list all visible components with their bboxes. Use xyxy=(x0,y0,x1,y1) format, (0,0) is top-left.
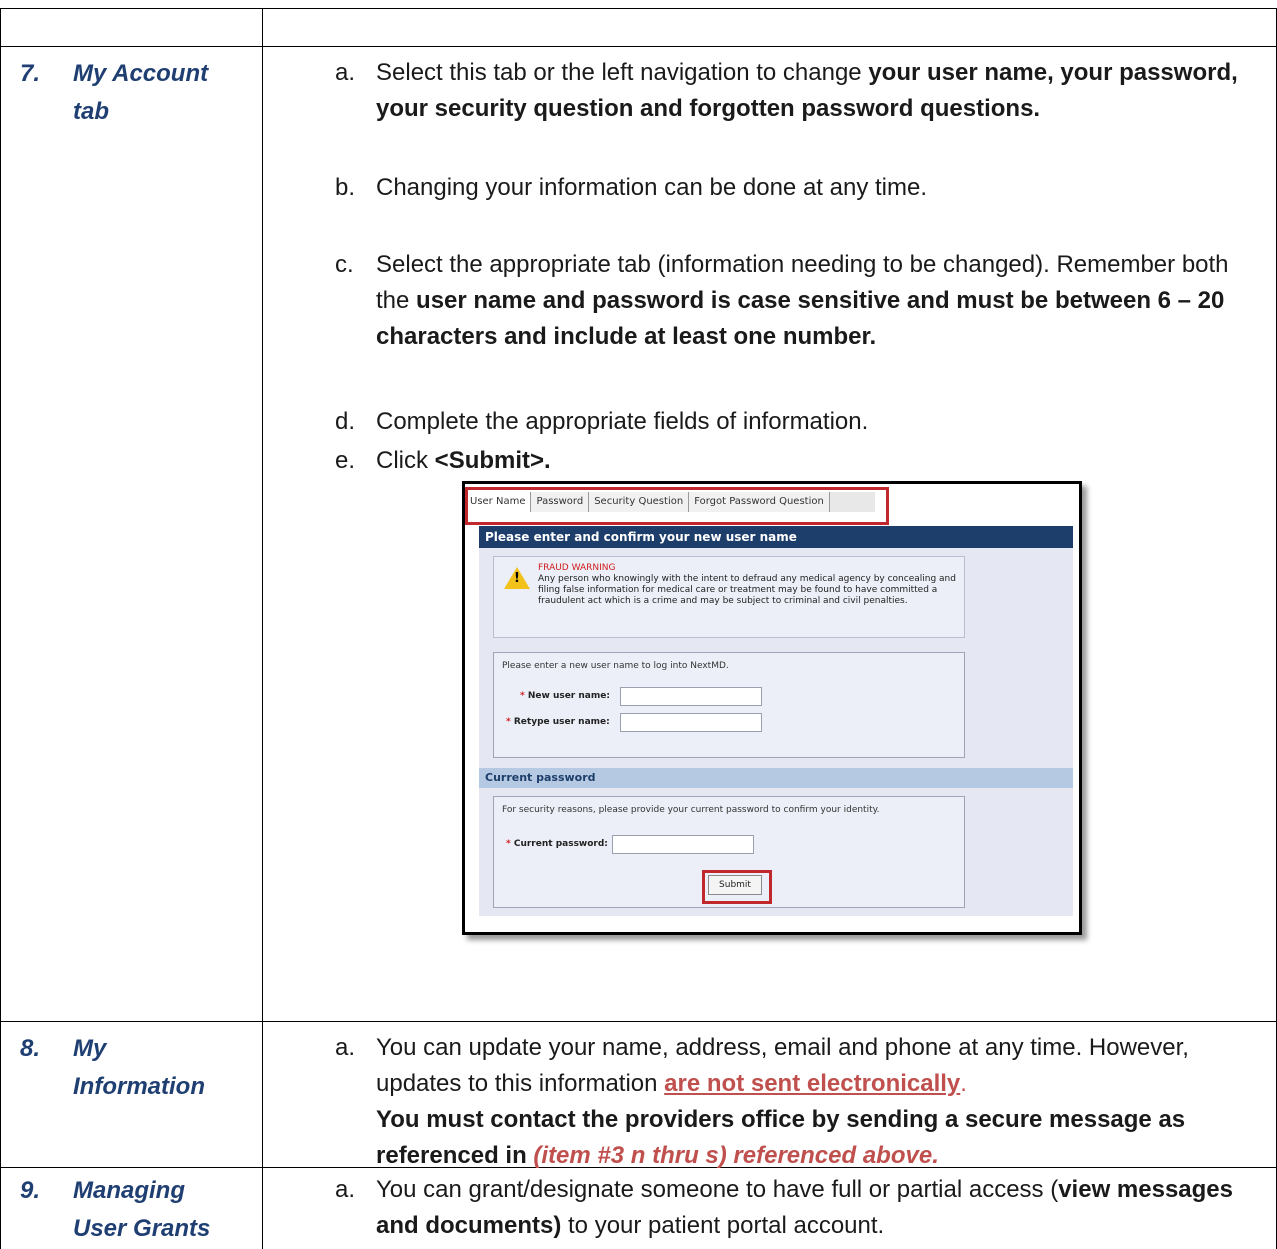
submit-highlight-box xyxy=(702,870,772,904)
required-mark: * xyxy=(520,691,525,701)
current-password-input[interactable] xyxy=(612,835,754,854)
list-item: a. You can update your name, address, em… xyxy=(335,1030,1265,1174)
item-text: You can grant/designate someone to have … xyxy=(376,1176,1059,1203)
item-letter: a. xyxy=(335,1176,356,1203)
item-text: to your patient portal account. xyxy=(561,1212,885,1239)
password-note: For security reasons, please provide you… xyxy=(502,805,880,815)
step-9-title: 9. Managing User Grants xyxy=(20,1172,210,1248)
list-item: d. Complete the appropriate fields of in… xyxy=(335,404,1265,440)
new-user-name-input[interactable] xyxy=(620,687,762,706)
tab-highlight-box xyxy=(465,487,889,525)
new-user-label: * New user name: xyxy=(520,691,610,701)
step-title-line: tab xyxy=(73,98,109,125)
step-title-line: My xyxy=(73,1035,107,1062)
table-border-top xyxy=(0,8,1277,9)
row-divider xyxy=(0,1021,1277,1022)
table-border-left xyxy=(0,8,1,1249)
item-letter: a. xyxy=(335,59,356,86)
list-item: c. Select the appropriate tab (informati… xyxy=(335,247,1265,355)
account-settings-screenshot: User Name Password Security Question For… xyxy=(462,481,1082,935)
item-text: Complete the appropriate fields of infor… xyxy=(376,408,869,435)
settings-panel: Please enter and confirm your new user n… xyxy=(479,526,1073,916)
retype-user-name-input[interactable] xyxy=(620,713,762,732)
item-bold-text: user name and password is case sensitive… xyxy=(376,287,1225,350)
item-text: Select this tab or the left navigation t… xyxy=(376,59,869,86)
instruction-table: 7. My Account tab a. Select this tab or t… xyxy=(0,0,1277,1249)
retype-user-label: * Retype user name: xyxy=(506,717,610,727)
warning-title: FRAUD WARNING xyxy=(538,563,616,573)
list-item: b. Changing your information can be done… xyxy=(335,170,1265,206)
step-number: 8. xyxy=(20,1035,41,1062)
step-7-title: 7. My Account tab xyxy=(20,55,208,131)
column-divider xyxy=(262,8,263,1249)
required-mark: * xyxy=(506,839,511,849)
warning-text: Any person who knowingly with the intent… xyxy=(538,574,956,606)
step-number: 9. xyxy=(20,1177,41,1204)
item-letter: a. xyxy=(335,1034,356,1061)
current-password-header: Current password xyxy=(479,768,1073,788)
password-form: For security reasons, please provide you… xyxy=(493,796,965,908)
emphasis-text: are not sent electronically xyxy=(664,1070,961,1097)
item-text: Changing your information can be done at… xyxy=(376,174,928,201)
step-8-title: 8. My Information xyxy=(20,1030,205,1106)
username-note: Please enter a new user name to log into… xyxy=(502,661,729,671)
row-divider xyxy=(0,46,1277,47)
step-number: 7. xyxy=(20,60,41,87)
item-bold-text: <Submit>. xyxy=(434,447,551,474)
item-letter: b. xyxy=(335,174,356,201)
current-password-label: * Current password: xyxy=(506,839,608,849)
reference-text: (item #3 n thru s) referenced above. xyxy=(533,1142,939,1169)
item-letter: d. xyxy=(335,408,356,435)
item-text: Click xyxy=(376,447,435,474)
item-letter: c. xyxy=(335,251,354,278)
step-title-line: Information xyxy=(73,1073,205,1100)
fraud-warning-box: ! FRAUD WARNING Any person who knowingly… xyxy=(493,556,965,638)
list-item: a. You can grant/designate someone to ha… xyxy=(335,1172,1265,1244)
step-title-line: Managing xyxy=(73,1177,185,1204)
required-mark: * xyxy=(506,717,511,727)
list-item: a. Select this tab or the left navigatio… xyxy=(335,55,1265,127)
list-item: e. Click <Submit>. xyxy=(335,443,1265,479)
item-letter: e. xyxy=(335,447,356,474)
panel-header: Please enter and confirm your new user n… xyxy=(479,526,1073,548)
step-title-line: User Grants xyxy=(73,1215,211,1242)
username-form: Please enter a new user name to log into… xyxy=(493,652,965,758)
warning-icon: ! xyxy=(504,567,530,589)
step-title-line: My Account xyxy=(73,60,209,87)
